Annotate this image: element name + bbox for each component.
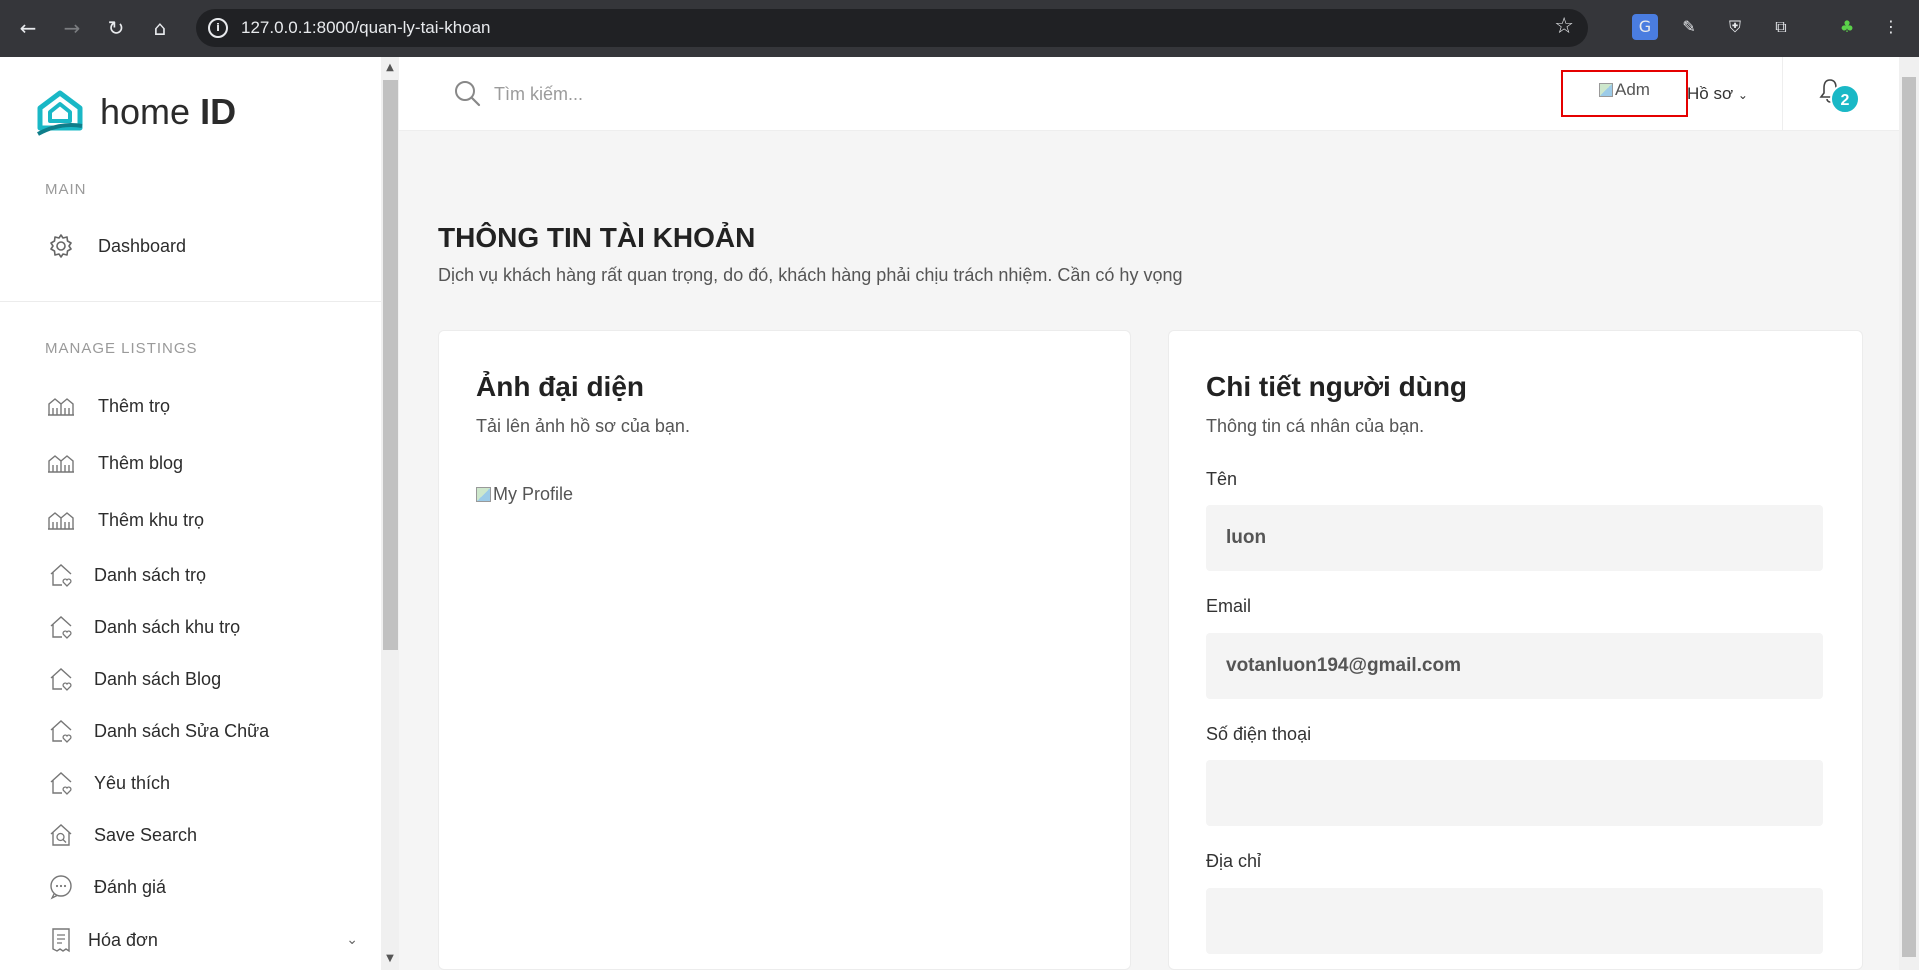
page-subtitle: Dịch vụ khách hàng rất quan trọng, do đó… bbox=[438, 265, 1183, 285]
building-icon bbox=[44, 505, 78, 535]
sidebar-item-danh-sach-khu-tro[interactable]: Danh sách khu trọ bbox=[44, 607, 344, 647]
phone-label: Số điện thoại bbox=[1206, 724, 1312, 744]
building-icon bbox=[44, 391, 78, 421]
phone-field[interactable] bbox=[1206, 760, 1823, 826]
sidebar-item-them-blog[interactable]: Thêm blog bbox=[44, 443, 344, 483]
sidebar-item-them-tro[interactable]: Thêm trọ bbox=[44, 386, 344, 426]
invoice-icon bbox=[44, 925, 78, 955]
logo-text: home ID bbox=[100, 91, 237, 132]
sidebar-item-label: Thêm blog bbox=[98, 452, 184, 473]
logo-house-icon bbox=[36, 88, 84, 136]
sidebar-item-label: Dashboard bbox=[98, 235, 187, 256]
sidebar-item-label: Yêu thích bbox=[94, 772, 171, 793]
email-field[interactable] bbox=[1206, 633, 1823, 699]
building-icon bbox=[44, 448, 78, 478]
gear-icon bbox=[44, 231, 78, 261]
sidebar-item-them-khu-tro[interactable]: Thêm khu trọ bbox=[44, 500, 344, 540]
sidebar-item-label: Đánh giá bbox=[94, 876, 167, 897]
eyedropper-extension-icon[interactable]: ✎ bbox=[1676, 14, 1702, 40]
name-label: Tên bbox=[1206, 469, 1238, 489]
translate-extension-icon[interactable]: G bbox=[1632, 14, 1658, 40]
browser-toolbar: ← → ↻ ⌂ i 127.0.0.1:8000/quan-ly-tai-kho… bbox=[0, 0, 1919, 57]
sidebar-item-label: Hóa đơn bbox=[88, 929, 158, 950]
sidebar-item-hoa-don[interactable]: Hóa đơn ⌄ bbox=[44, 920, 358, 960]
bookmark-star-icon[interactable]: ☆ bbox=[1554, 14, 1574, 39]
puzzle-extensions-icon[interactable]: ⧉ bbox=[1768, 14, 1794, 40]
notification-badge[interactable]: 2 bbox=[1830, 84, 1860, 114]
profile-image[interactable]: My Profile bbox=[476, 484, 573, 505]
sidebar-item-save-search[interactable]: Save Search bbox=[44, 815, 344, 855]
section-title-main: MAIN bbox=[45, 181, 87, 198]
topbar-divider bbox=[1782, 57, 1783, 131]
reload-button[interactable]: ↻ bbox=[102, 14, 130, 42]
page-title: THÔNG TIN TÀI KHOẢN bbox=[438, 222, 756, 253]
site-info-icon[interactable]: i bbox=[208, 18, 228, 38]
sidebar-scrollbar-thumb[interactable] bbox=[383, 80, 398, 650]
address-label: Địa chỉ bbox=[1206, 851, 1262, 871]
sidebar-item-label: Danh sách Sửa Chữa bbox=[94, 720, 270, 741]
page-scrollbar-thumb[interactable] bbox=[1902, 77, 1916, 957]
sidebar-item-danh-gia[interactable]: Đánh giá bbox=[44, 867, 344, 907]
sidebar-item-label: Danh sách khu trọ bbox=[94, 616, 241, 637]
top-header: Adm Hồ sơ ⌄ 2 bbox=[399, 57, 1899, 131]
page-scrollbar[interactable] bbox=[1899, 57, 1919, 970]
url-text: 127.0.0.1:8000/quan-ly-tai-khoan bbox=[241, 18, 491, 37]
sidebar-item-label: Thêm trọ bbox=[98, 395, 171, 416]
sidebar-item-dashboard[interactable]: Dashboard bbox=[44, 226, 344, 266]
browser-menu-icon[interactable]: ⋮ bbox=[1878, 14, 1904, 40]
sidebar-item-yeu-thich[interactable]: Yêu thích bbox=[44, 763, 344, 803]
forward-button[interactable]: → bbox=[58, 14, 86, 42]
sidebar-item-label: Danh sách trọ bbox=[94, 564, 207, 585]
avatar-card: Ảnh đại diện Tải lên ảnh hồ sơ của bạn. … bbox=[438, 330, 1131, 970]
email-label: Email bbox=[1206, 596, 1252, 616]
clover-profile-icon[interactable]: ♣ bbox=[1834, 14, 1860, 40]
sidebar-item-label: Save Search bbox=[94, 824, 198, 845]
chevron-down-icon: ⌄ bbox=[1737, 88, 1748, 102]
scroll-up-arrow-icon[interactable]: ▲ bbox=[384, 62, 396, 74]
name-field[interactable] bbox=[1206, 505, 1823, 571]
sidebar-item-danh-sach-blog[interactable]: Danh sách Blog bbox=[44, 659, 344, 699]
section-title-manage-listings: MANAGE LISTINGS bbox=[45, 340, 198, 357]
user-details-card: Chi tiết người dùng Thông tin cá nhân củ… bbox=[1168, 330, 1863, 970]
house-heart-icon bbox=[44, 560, 78, 590]
house-heart-icon bbox=[44, 768, 78, 798]
sidebar-item-danh-sach-tro[interactable]: Danh sách trọ bbox=[44, 555, 344, 595]
house-search-icon bbox=[44, 820, 78, 850]
address-field[interactable] bbox=[1206, 888, 1823, 954]
sidebar-item-label: Danh sách Blog bbox=[94, 668, 222, 689]
house-heart-icon bbox=[44, 612, 78, 642]
broken-image-icon bbox=[476, 487, 491, 502]
logo[interactable]: home ID bbox=[36, 87, 236, 137]
broken-image-icon bbox=[1599, 83, 1613, 97]
shield-extension-icon[interactable]: ⛨ bbox=[1722, 14, 1748, 40]
search-icon[interactable] bbox=[453, 79, 481, 111]
scroll-down-arrow-icon[interactable]: ▼ bbox=[384, 953, 396, 965]
sidebar-divider bbox=[0, 301, 381, 302]
admin-avatar[interactable]: Adm bbox=[1599, 80, 1650, 100]
profile-dropdown[interactable]: Hồ sơ ⌄ bbox=[1687, 84, 1748, 104]
sidebar-item-label: Thêm khu trọ bbox=[98, 509, 205, 530]
house-heart-icon bbox=[44, 664, 78, 694]
details-card-title: Chi tiết người dùng bbox=[1206, 371, 1468, 402]
details-card-subtitle: Thông tin cá nhân của bạn. bbox=[1206, 416, 1425, 436]
avatar-card-subtitle: Tải lên ảnh hồ sơ của bạn. bbox=[476, 416, 690, 436]
sidebar: home ID MAIN Dashboard MANAGE LISTINGS T… bbox=[0, 57, 381, 970]
sidebar-item-danh-sach-sua-chua[interactable]: Danh sách Sửa Chữa bbox=[44, 711, 344, 751]
chat-bubble-icon bbox=[44, 872, 78, 902]
house-heart-icon bbox=[44, 716, 78, 746]
home-button[interactable]: ⌂ bbox=[146, 14, 174, 42]
chevron-down-icon[interactable]: ⌄ bbox=[346, 932, 358, 948]
address-bar[interactable]: i 127.0.0.1:8000/quan-ly-tai-khoan ☆ bbox=[196, 9, 1588, 47]
back-button[interactable]: ← bbox=[14, 14, 42, 42]
avatar-card-title: Ảnh đại diện bbox=[476, 371, 644, 402]
search-input[interactable] bbox=[494, 77, 894, 111]
